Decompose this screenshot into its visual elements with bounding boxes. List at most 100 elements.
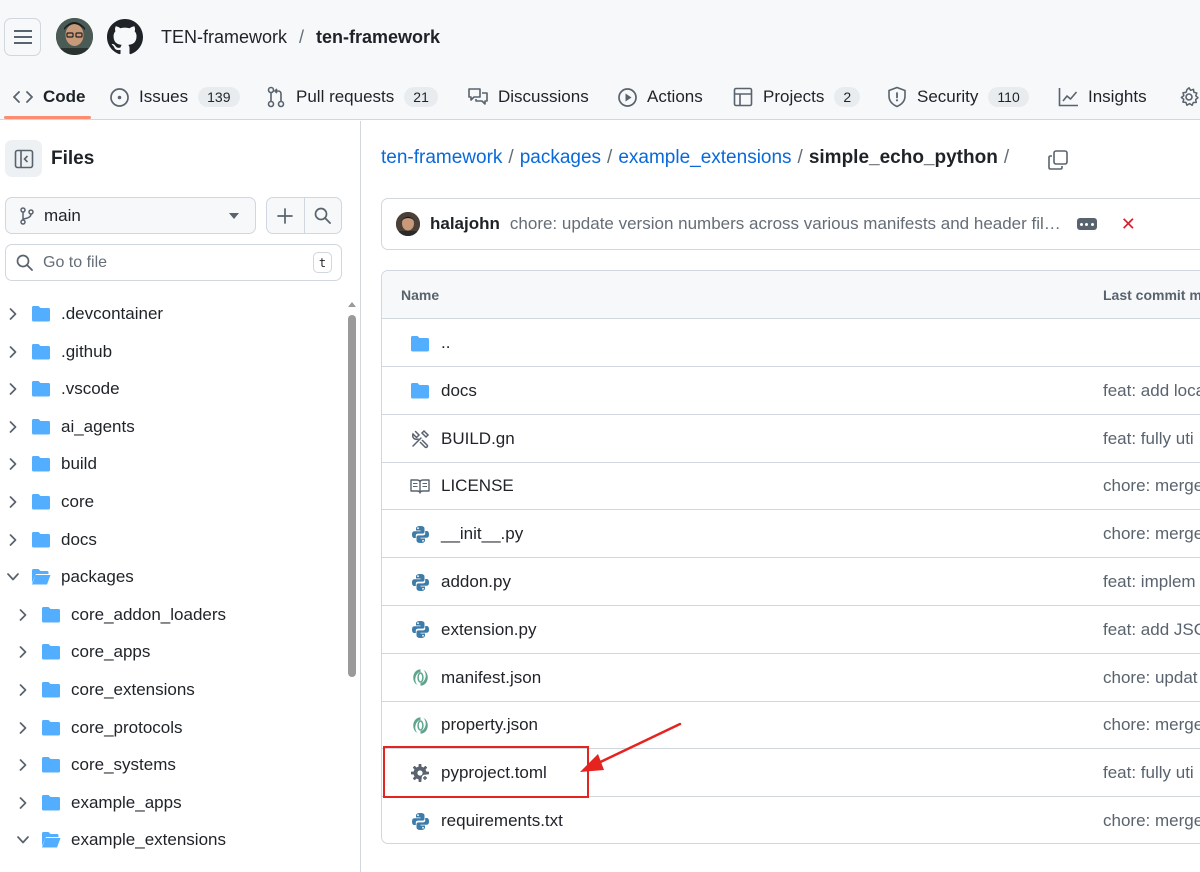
file-name-link[interactable]: extension.py [441, 620, 536, 640]
tree-item-github[interactable]: .github [0, 334, 345, 370]
add-file-button[interactable] [267, 198, 304, 233]
table-row[interactable]: requirements.txt chore: merge [382, 797, 1200, 843]
collapse-sidebar-button[interactable] [5, 140, 42, 177]
tree-item-core-addon-loaders[interactable]: core_addon_loaders [0, 597, 345, 633]
chevron-right-icon[interactable] [5, 419, 21, 435]
tools-icon [410, 429, 430, 449]
last-commit-message-link[interactable]: chore: merge [1103, 476, 1200, 496]
file-name-link[interactable]: LICENSE [441, 476, 514, 496]
chevron-right-icon[interactable] [15, 644, 31, 660]
chevron-right-icon[interactable] [5, 456, 21, 472]
table-row[interactable]: addon.py feat: implem [382, 558, 1200, 606]
chevron-right-icon[interactable] [15, 795, 31, 811]
file-name-link[interactable]: .. [441, 333, 450, 353]
chevron-right-icon[interactable] [15, 720, 31, 736]
commit-author[interactable]: halajohn [430, 214, 500, 234]
expand-commit-message-button[interactable] [1076, 218, 1097, 230]
sidebar-scrollbar-thumb[interactable] [348, 315, 356, 677]
table-row[interactable]: BUILD.gn feat: fully uti [382, 415, 1200, 463]
tab-issues-label: Issues [139, 87, 189, 106]
tree-item-build[interactable]: build [0, 446, 345, 482]
file-name-link[interactable]: property.json [441, 715, 538, 735]
tree-item-core-protocols[interactable]: core_protocols [0, 710, 345, 746]
breadcrumb-link-example-extensions[interactable]: example_extensions [618, 147, 791, 169]
last-commit-message-link[interactable]: feat: fully uti [1103, 429, 1194, 449]
tree-item-ai-agents[interactable]: ai_agents [0, 409, 345, 445]
file-name-link[interactable]: __init__.py [441, 524, 523, 544]
folder-icon [31, 531, 53, 549]
repo-name-link[interactable]: ten-framework [316, 27, 440, 48]
tab-projects[interactable]: Projects 2 [732, 74, 861, 120]
chevron-right-icon[interactable] [15, 757, 31, 773]
go-to-file-input[interactable]: Go to file t [5, 244, 342, 281]
branch-selector[interactable]: main [5, 197, 256, 234]
scroll-up-arrow-icon[interactable] [347, 300, 357, 308]
chevron-right-icon[interactable] [5, 532, 21, 548]
tab-pull-requests[interactable]: Pull requests 21 [265, 74, 438, 120]
column-header-last-commit: Last commit m [1103, 287, 1200, 303]
tab-code[interactable]: Code [12, 74, 86, 120]
chevron-right-icon[interactable] [5, 306, 21, 322]
tree-item-docs[interactable]: docs [0, 522, 345, 558]
file-name-link[interactable]: requirements.txt [441, 811, 563, 831]
table-row[interactable]: LICENSE chore: merge [382, 462, 1200, 511]
tree-item-core-apps[interactable]: core_apps [0, 634, 345, 670]
chevron-right-icon[interactable] [15, 682, 31, 698]
table-row[interactable]: manifest.json chore: updat [382, 654, 1200, 702]
tab-actions[interactable]: Actions [616, 74, 703, 120]
tab-discussions[interactable]: Discussions [467, 74, 589, 120]
chevron-down-icon[interactable] [15, 832, 31, 848]
last-commit-message-link[interactable]: chore: merge [1103, 715, 1200, 735]
last-commit-message-link[interactable]: feat: add loca [1103, 381, 1200, 401]
python-icon [410, 524, 430, 544]
last-commit-message-link[interactable]: feat: add JSO [1103, 620, 1200, 640]
chevron-right-icon[interactable] [5, 494, 21, 510]
github-logo-icon[interactable] [107, 19, 143, 55]
file-name-link[interactable]: BUILD.gn [441, 429, 515, 449]
table-row[interactable]: __init__.py chore: merge [382, 510, 1200, 559]
hamburger-menu-button[interactable] [4, 18, 41, 56]
ci-failed-status-icon[interactable]: ✕ [1121, 214, 1136, 235]
file-name-link[interactable]: manifest.json [441, 668, 541, 688]
files-heading: Files [51, 148, 95, 169]
tree-item-packages[interactable]: packages [0, 559, 345, 595]
commit-author-avatar[interactable] [396, 212, 420, 236]
chevron-right-icon[interactable] [5, 381, 21, 397]
tab-security[interactable]: Security 110 [886, 74, 1029, 120]
tree-item-example-extensions[interactable]: example_extensions [0, 822, 345, 858]
copy-path-icon[interactable] [1047, 149, 1069, 171]
chevron-right-icon[interactable] [5, 344, 21, 360]
tree-item-core-systems[interactable]: core_systems [0, 747, 345, 783]
last-commit-message-link[interactable]: chore: merge [1103, 524, 1200, 544]
tree-item-example-apps[interactable]: example_apps [0, 785, 345, 821]
tree-item-label: build [61, 454, 97, 474]
tab-issues[interactable]: Issues 139 [108, 74, 240, 120]
tree-item-core-extensions[interactable]: core_extensions [0, 672, 345, 708]
file-name-link[interactable]: docs [441, 381, 477, 401]
tree-item-core[interactable]: core [0, 484, 345, 520]
chevron-right-icon[interactable] [15, 607, 31, 623]
table-row[interactable]: .. [382, 319, 1200, 367]
commit-message[interactable]: chore: update version numbers across var… [510, 214, 1061, 234]
tab-insights[interactable]: Insights [1057, 74, 1147, 120]
table-row[interactable]: property.json chore: merge [382, 701, 1200, 750]
last-commit-message-link[interactable]: feat: fully uti [1103, 763, 1194, 783]
file-name-link[interactable]: addon.py [441, 572, 511, 592]
tab-projects-label: Projects [763, 87, 825, 106]
last-commit-message-link[interactable]: chore: updat [1103, 668, 1198, 688]
breadcrumb-link-packages[interactable]: packages [520, 147, 601, 169]
search-code-button[interactable] [303, 198, 342, 233]
breadcrumb-link-repo[interactable]: ten-framework [381, 147, 502, 169]
table-row[interactable]: extension.py feat: add JSO [382, 606, 1200, 654]
tree-item-vscode[interactable]: .vscode [0, 371, 345, 407]
tab-settings[interactable] [1178, 74, 1200, 120]
tree-item-devcontainer[interactable]: .devcontainer [0, 296, 345, 332]
repo-header: TEN-framework / ten-framework Code Issue… [0, 0, 1200, 120]
table-row[interactable]: docs feat: add loca [382, 367, 1200, 415]
last-commit-message-link[interactable]: chore: merge [1103, 811, 1200, 831]
branch-name: main [44, 205, 81, 225]
repo-owner-link[interactable]: TEN-framework [161, 27, 287, 48]
last-commit-message-link[interactable]: feat: implem [1103, 572, 1196, 592]
chevron-down-icon[interactable] [5, 569, 21, 585]
user-avatar[interactable] [56, 18, 93, 55]
